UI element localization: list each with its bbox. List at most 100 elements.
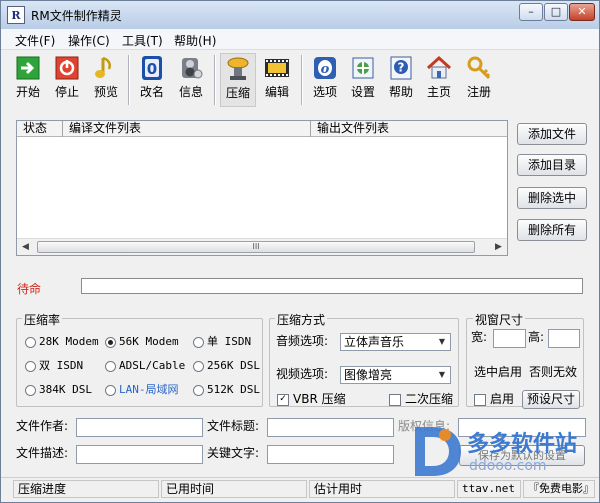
- register-label: 注册: [466, 85, 491, 99]
- close-button[interactable]: ✕: [569, 3, 595, 21]
- delete-selected-button[interactable]: 删除选中: [517, 187, 587, 209]
- radio-512k-dsl[interactable]: 512K DSL: [193, 382, 260, 398]
- start-icon: [16, 56, 40, 80]
- title-label: 文件标题:: [207, 419, 260, 433]
- check-icon: ✓: [277, 394, 289, 406]
- scroll-thumb[interactable]: III: [37, 241, 475, 253]
- description-label: 文件描述:: [16, 446, 69, 460]
- width-label: 宽:: [471, 330, 488, 344]
- height-label: 高:: [528, 330, 545, 344]
- horizontal-scrollbar[interactable]: ◀ III ▶: [17, 238, 507, 255]
- delete-all-button[interactable]: 删除所有: [517, 219, 587, 241]
- speaker-icon: [182, 58, 203, 79]
- home-icon: [426, 55, 452, 79]
- home-button[interactable]: 主页: [422, 53, 456, 107]
- col-source[interactable]: 编译文件列表: [63, 121, 311, 137]
- stop-icon: [55, 56, 79, 80]
- add-directory-button[interactable]: 添加目录: [517, 154, 587, 176]
- title-input[interactable]: [267, 418, 394, 437]
- enable-size-checkbox[interactable]: 启用: [474, 391, 514, 407]
- brand-cell: 『免费电影』: [523, 480, 595, 498]
- help-icon: ?: [390, 56, 412, 80]
- edit-label: 编辑: [264, 85, 289, 99]
- width-input[interactable]: [493, 329, 526, 348]
- info-button[interactable]: 信息: [174, 53, 208, 107]
- settings-button[interactable]: 设置: [346, 53, 380, 107]
- rename-button[interactable]: 0 改名: [135, 53, 169, 107]
- radio-single-isdn[interactable]: 单 ISDN: [193, 334, 251, 350]
- home-label: 主页: [426, 85, 451, 99]
- elapsed-cell: 已用时间: [161, 480, 307, 498]
- help-button[interactable]: ? 帮助: [384, 53, 418, 107]
- app-icon: R: [7, 6, 25, 24]
- options-button[interactable]: o 选项: [307, 53, 343, 107]
- minimize-button[interactable]: –: [519, 3, 543, 21]
- radio-256k-dsl[interactable]: 256K DSL: [193, 358, 260, 374]
- keyword-label: 关键文字:: [207, 446, 260, 460]
- maximize-button[interactable]: □: [544, 3, 568, 21]
- radio-adsl-cable[interactable]: ADSL/Cable: [105, 358, 185, 374]
- preset-size-button[interactable]: 预设尺寸: [522, 390, 580, 409]
- description-input[interactable]: [76, 445, 203, 464]
- video-option-label: 视频选项:: [276, 367, 329, 381]
- height-input[interactable]: [548, 329, 580, 348]
- register-button[interactable]: 注册: [462, 53, 496, 107]
- svg-text:0: 0: [147, 60, 157, 78]
- radio-56k-modem[interactable]: 56K Modem: [105, 334, 179, 350]
- radio-28k-modem[interactable]: 28K Modem: [25, 334, 99, 350]
- author-label: 文件作者:: [16, 419, 69, 433]
- preview-label: 预览: [93, 85, 118, 99]
- audio-option-select[interactable]: 立体声音乐 ▼: [340, 333, 451, 351]
- compress-label: 压缩: [225, 86, 250, 100]
- info-label: 信息: [178, 85, 203, 99]
- two-pass-checkbox[interactable]: 二次压缩: [389, 391, 453, 407]
- menu-operate[interactable]: 操作(C): [68, 32, 110, 49]
- help-label: 帮助: [388, 85, 413, 99]
- rename-icon: 0: [142, 56, 162, 80]
- music-note-icon: [95, 56, 111, 78]
- start-button[interactable]: 开始: [11, 53, 45, 107]
- menu-bar: 文件(F) 操作(C) 工具(T) 帮助(H): [1, 29, 599, 50]
- edit-button[interactable]: 编辑: [259, 53, 295, 107]
- col-status[interactable]: 状态: [17, 121, 63, 137]
- key-icon: [467, 56, 491, 80]
- keyword-input[interactable]: [267, 445, 394, 464]
- scroll-left-icon[interactable]: ◀: [18, 240, 33, 254]
- radio-384k-dsl[interactable]: 384K DSL: [25, 382, 92, 398]
- scroll-right-icon[interactable]: ▶: [491, 240, 506, 254]
- col-output[interactable]: 输出文件列表: [311, 121, 507, 137]
- file-list[interactable]: 状态 编译文件列表 输出文件列表 ◀ III ▶: [16, 120, 508, 256]
- vbr-checkbox[interactable]: ✓ VBR 压缩: [277, 391, 346, 407]
- toolbar-separator: [214, 55, 216, 105]
- disable-note: 否则无效: [529, 365, 578, 379]
- settings-icon: [352, 57, 374, 79]
- options-label: 选项: [312, 85, 337, 99]
- status-bar: 压缩进度 已用时间 估计用时 ttav.net 『免费电影』: [1, 477, 599, 502]
- stop-button[interactable]: 停止: [50, 53, 84, 107]
- radio-lan[interactable]: LAN-局域网: [105, 382, 179, 398]
- toolbar: 开始 停止 预览 0 改名 信息 压缩 编辑 o 选项 设置 ? 帮助 主页 注…: [1, 51, 599, 109]
- svg-text:o: o: [321, 62, 330, 77]
- video-option-select[interactable]: 图像增亮 ▼: [340, 366, 451, 384]
- compress-icon: [227, 57, 249, 80]
- window-title: RM文件制作精灵: [31, 9, 122, 23]
- svg-text:?: ?: [398, 61, 405, 75]
- menu-help[interactable]: 帮助(H): [174, 32, 216, 49]
- menu-file[interactable]: 文件(F): [15, 32, 55, 49]
- compression-ratio-label: 压缩率: [22, 311, 63, 328]
- compression-mode-label: 压缩方式: [275, 311, 328, 328]
- rename-label: 改名: [139, 85, 164, 99]
- status-text: 待命: [17, 282, 42, 296]
- radio-dual-isdn[interactable]: 双 ISDN: [25, 358, 83, 374]
- compress-button[interactable]: 压缩: [220, 53, 256, 107]
- site-cell: ttav.net: [457, 480, 521, 498]
- add-file-button[interactable]: 添加文件: [517, 123, 587, 145]
- menu-tools[interactable]: 工具(T): [122, 32, 163, 49]
- author-input[interactable]: [76, 418, 203, 437]
- watermark-name: 多多软件站: [467, 431, 577, 457]
- audio-option-label: 音频选项:: [276, 334, 329, 348]
- chevron-down-icon: ▼: [438, 370, 446, 379]
- start-label: 开始: [15, 85, 40, 99]
- preview-button[interactable]: 预览: [89, 53, 123, 107]
- title-bar[interactable]: R RM文件制作精灵 – □ ✕: [1, 1, 599, 29]
